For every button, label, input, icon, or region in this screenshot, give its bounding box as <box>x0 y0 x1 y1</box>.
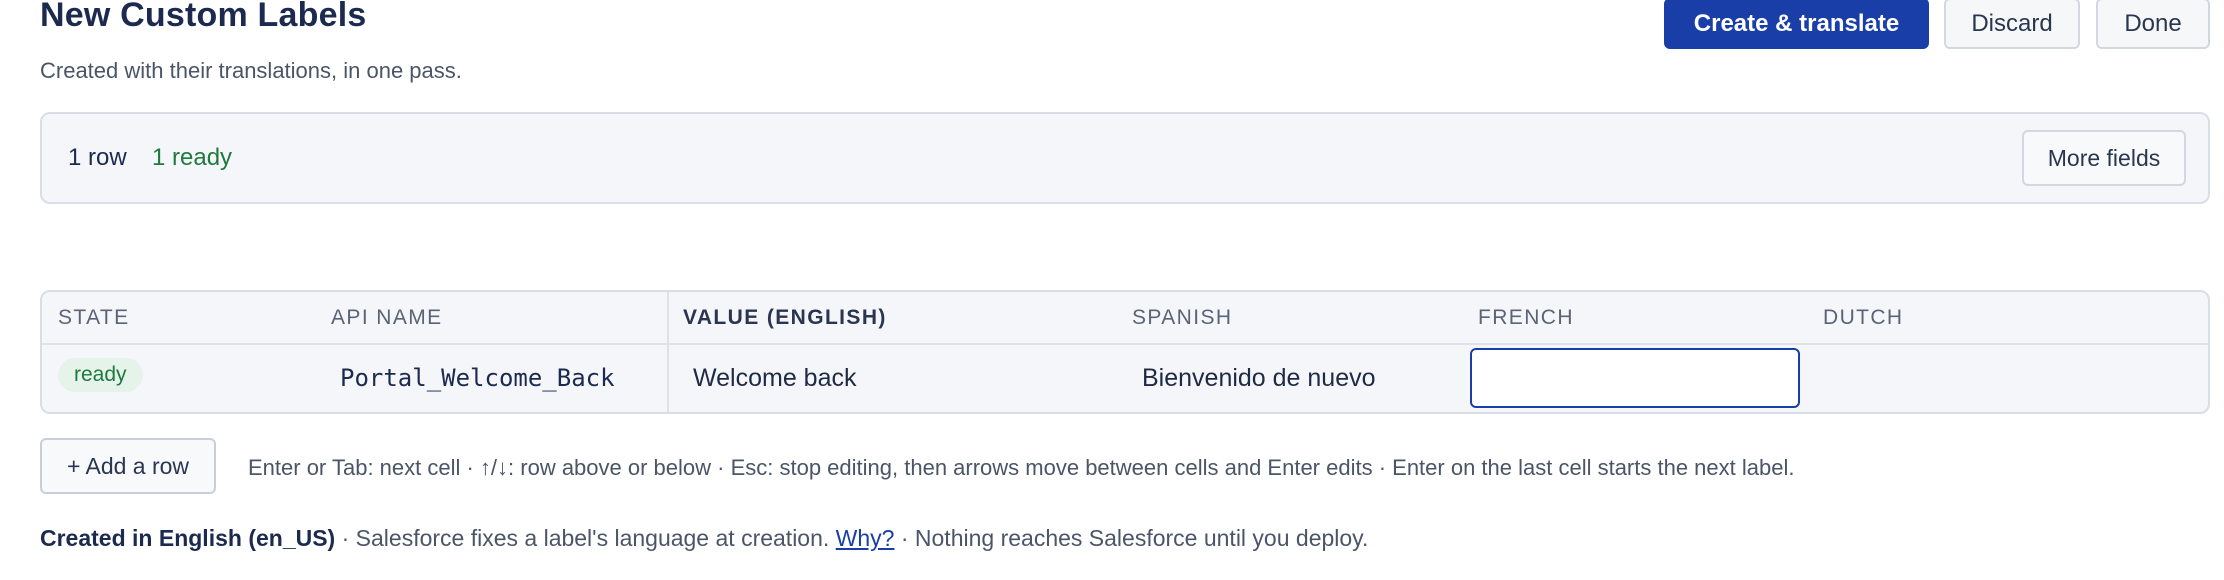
french-cell-input[interactable] <box>1470 348 1800 408</box>
row-count: 1 row <box>68 144 127 171</box>
page-title: New Custom Labels <box>40 0 367 34</box>
summary-bar: 1 row 1 ready More fields <box>40 112 2210 204</box>
locale-text: Created in English (en_US) <box>40 525 336 551</box>
header-divider <box>42 343 2208 345</box>
keyboard-hint: Enter or Tab: next cell · ↑/↓: row above… <box>248 455 1795 480</box>
column-header-api-name: API NAME <box>331 306 443 329</box>
done-button[interactable]: Done <box>2096 0 2210 49</box>
footer-text-2: · Nothing reaches Salesforce until you d… <box>894 525 1369 551</box>
column-header-spanish: SPANISH <box>1132 306 1233 329</box>
value-english-cell[interactable]: Welcome back <box>693 364 857 393</box>
footer-text-1: · Salesforce fixes a label's language at… <box>335 525 836 551</box>
column-header-state: STATE <box>58 306 130 329</box>
discard-button[interactable]: Discard <box>1944 0 2080 49</box>
column-header-dutch: DUTCH <box>1823 306 1904 329</box>
column-divider <box>667 292 669 412</box>
create-translate-button[interactable]: Create & translate <box>1664 0 1929 49</box>
column-header-value-english: VALUE (ENGLISH) <box>683 306 887 329</box>
api-name-cell[interactable]: Portal_Welcome_Back <box>340 364 615 392</box>
column-header-french: FRENCH <box>1478 306 1574 329</box>
footer-note: Created in English (en_US) · Salesforce … <box>40 525 1368 552</box>
add-row-button[interactable]: + Add a row <box>40 438 216 494</box>
ready-count: 1 ready <box>152 144 233 171</box>
more-fields-button[interactable]: More fields <box>2022 130 2186 186</box>
page-subtitle: Created with their translations, in one … <box>40 58 462 83</box>
status-badge: ready <box>58 358 143 392</box>
spanish-cell[interactable]: Bienvenido de nuevo <box>1142 364 1376 393</box>
labels-table: STATE API NAME VALUE (ENGLISH) SPANISH F… <box>40 290 2210 414</box>
why-link[interactable]: Why? <box>836 525 895 551</box>
